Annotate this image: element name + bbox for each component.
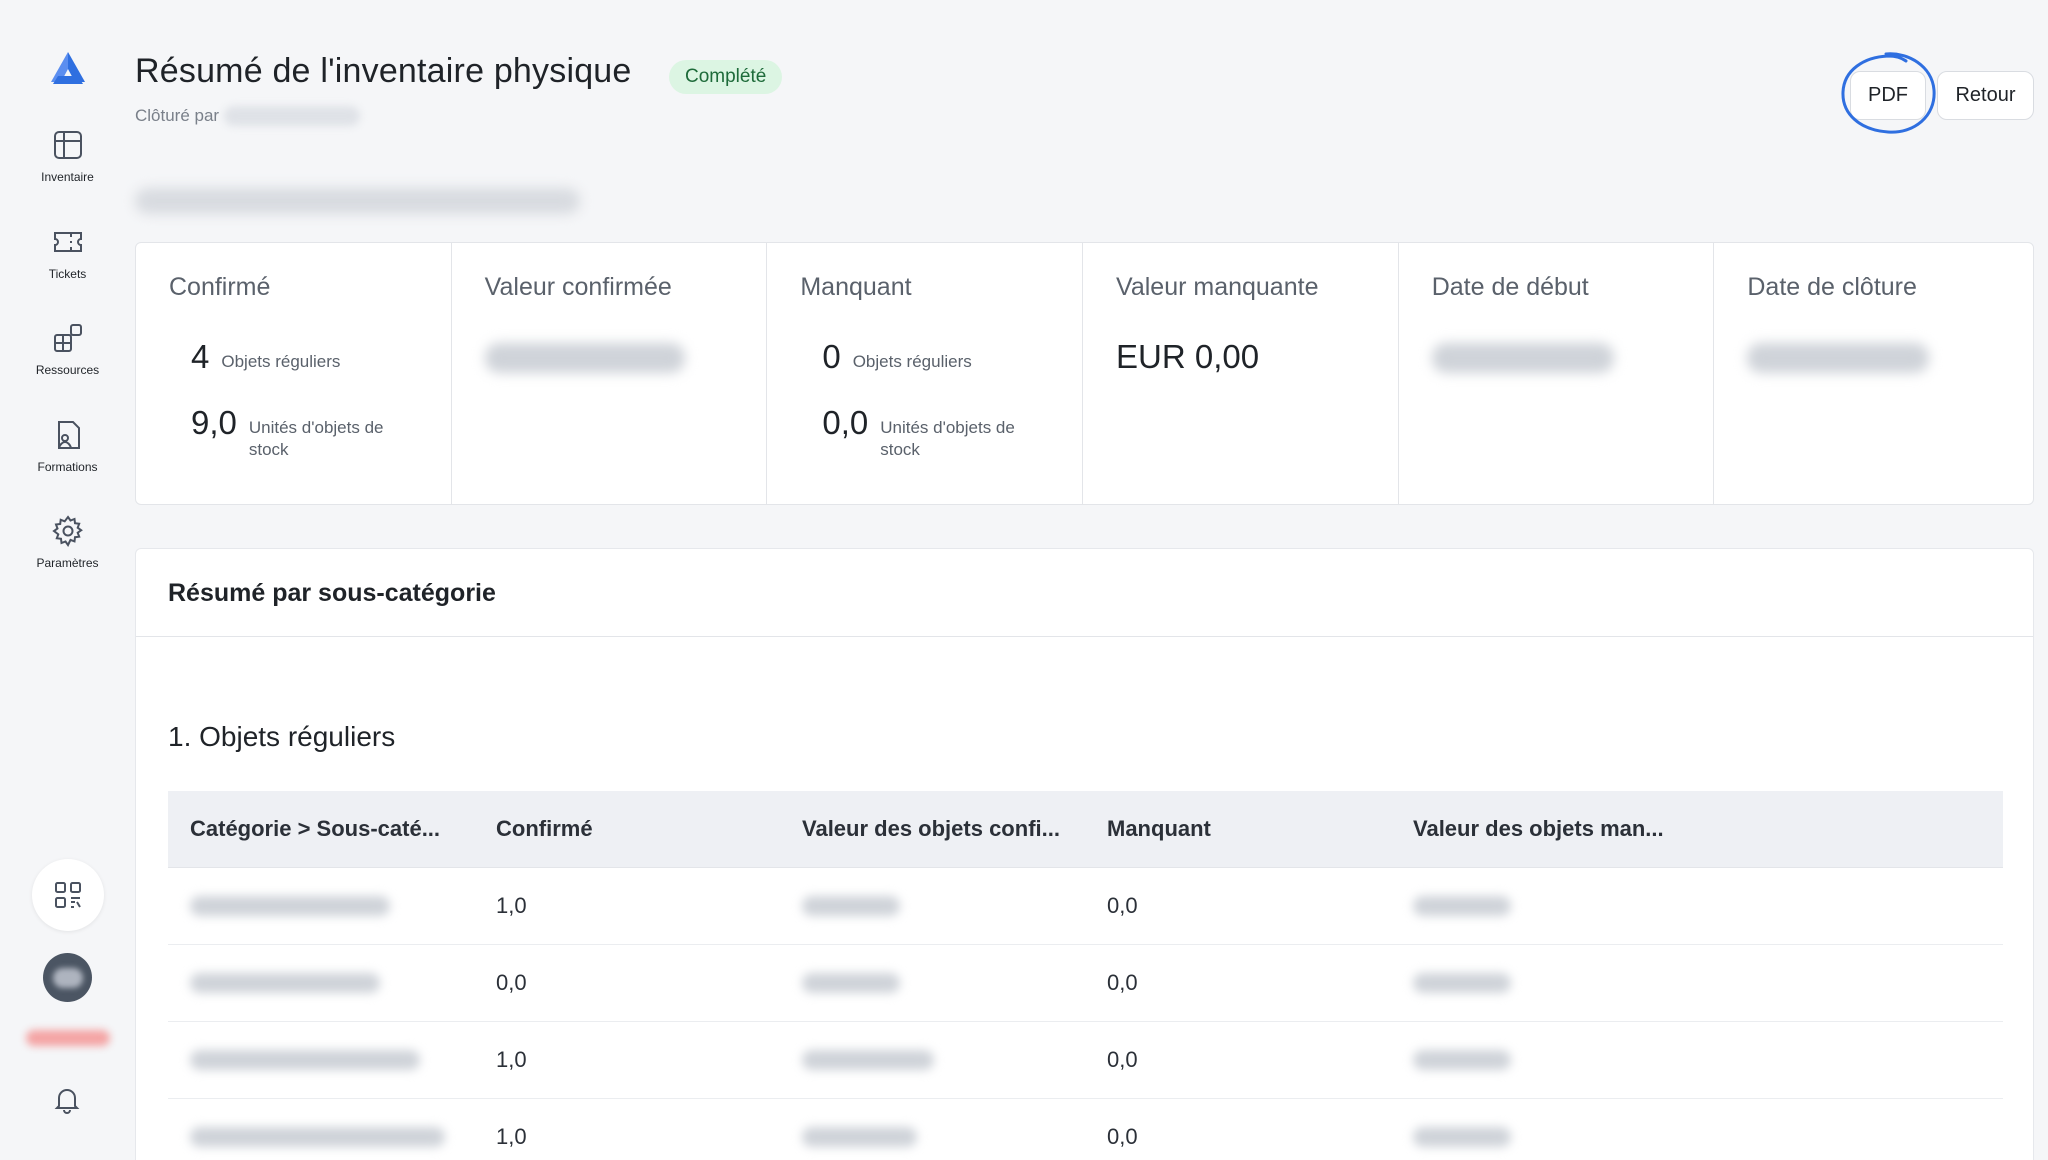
sidebar-item-label: Tickets <box>48 267 87 281</box>
back-button[interactable]: Retour <box>1937 71 2034 120</box>
location-subtitle-blurred <box>135 188 580 214</box>
sidebar-item-ressources[interactable]: Ressources <box>0 321 135 377</box>
column-header-missing-value[interactable]: Valeur des objets man... <box>1391 816 2003 842</box>
subcategory-table: Catégorie > Sous-caté... Confirmé Valeur… <box>168 791 2003 1160</box>
confirmed-cell: 1,0 <box>496 893 527 918</box>
stat-close-date: Date de clôture <box>1714 243 2033 504</box>
stat-title: Date de clôture <box>1747 273 1917 301</box>
grid-table-icon <box>53 131 82 159</box>
category-cell-blurred <box>168 896 474 916</box>
subcategory-summary-card: Résumé par sous-catégorie 1. Objets régu… <box>135 548 2034 1160</box>
stat-title: Manquant <box>800 273 912 301</box>
sidebar-item-label: Paramètres <box>36 556 99 570</box>
confirmed-cell: 0,0 <box>496 970 527 995</box>
missing-value-cell-blurred <box>1391 1127 2003 1147</box>
bell-icon[interactable] <box>52 1085 82 1115</box>
regular-count: 0 <box>822 338 841 375</box>
closed-by-name-blurred <box>224 106 360 126</box>
column-header-missing[interactable]: Manquant <box>1085 816 1391 842</box>
stock-label: Unités d'objets de stock <box>248 418 384 459</box>
column-header-category[interactable]: Catégorie > Sous-caté... <box>168 816 474 842</box>
sidebar-item-label: Ressources <box>35 363 100 377</box>
sidebar-item-tickets[interactable]: Tickets <box>0 225 135 281</box>
app-logo-icon[interactable] <box>47 48 89 90</box>
highlight-circle-annotation <box>1841 52 1936 134</box>
stat-title: Date de début <box>1431 273 1589 301</box>
sidebar-item-label: Inventaire <box>41 170 94 184</box>
qr-scan-button[interactable] <box>32 859 104 931</box>
confirmed-cell: 1,0 <box>496 1124 527 1149</box>
gear-icon <box>51 515 83 547</box>
stat-title: Valeur manquante <box>1116 273 1319 301</box>
stat-missing-value: Valeur manquante EUR 0,00 <box>1083 243 1399 504</box>
table-row[interactable]: 0,0 0,0 <box>168 945 2003 1022</box>
page-title: Résumé de l'inventaire physique <box>135 52 632 90</box>
missing-value-cell-blurred <box>1391 1050 2003 1070</box>
stat-title: Valeur confirmée <box>484 273 672 301</box>
confirmed-value-cell-blurred <box>780 1050 1085 1070</box>
confirmed-value-cell-blurred <box>780 973 1085 993</box>
divider <box>136 636 2033 637</box>
closed-by-label: Clôturé par <box>135 106 220 125</box>
qr-code-icon <box>55 882 81 908</box>
category-cell-blurred <box>168 1127 474 1147</box>
category-cell-blurred <box>168 1050 474 1070</box>
table-row[interactable]: 1,0 0,0 <box>168 1022 2003 1099</box>
stat-title: Confirmé <box>169 273 271 301</box>
table-row[interactable]: 1,0 0,0 <box>168 868 2003 945</box>
regular-label: Objets réguliers <box>221 352 341 371</box>
section-title: 1. Objets réguliers <box>168 721 396 752</box>
stock-count: 0,0 <box>822 404 869 441</box>
user-name-blurred <box>26 1030 110 1046</box>
stat-start-date: Date de début <box>1399 243 1715 504</box>
avatar[interactable] <box>43 953 92 1002</box>
stat-missing: Manquant 0 Objets réguliers 0,0 Unités d… <box>767 243 1084 504</box>
missing-value-cell-blurred <box>1391 973 2003 993</box>
missing-value-cell-blurred <box>1391 896 2003 916</box>
sidebar: Inventaire Tickets Ressources Formations… <box>0 0 135 1160</box>
stat-regular-row: 0 Objets réguliers <box>822 339 971 375</box>
card-title: Résumé par sous-catégorie <box>168 579 496 607</box>
stat-regular-row: 4 Objets réguliers <box>191 339 340 375</box>
regular-count: 4 <box>191 338 210 375</box>
missing-value: EUR 0,00 <box>1116 338 1260 375</box>
missing-cell: 0,0 <box>1107 1047 1138 1072</box>
ticket-icon <box>53 232 82 252</box>
summary-stats-card: Confirmé 4 Objets réguliers 9,0 Unités d… <box>135 242 2034 505</box>
regular-label: Objets réguliers <box>852 352 972 371</box>
close-date-blurred <box>1747 343 1930 373</box>
column-header-confirmed-value[interactable]: Valeur des objets confi... <box>780 816 1085 842</box>
confirmed-value-blurred <box>484 343 685 373</box>
sidebar-item-formations[interactable]: Formations <box>0 418 135 474</box>
sidebar-item-inventaire[interactable]: Inventaire <box>0 128 135 184</box>
status-badge: Complété <box>669 60 783 94</box>
missing-cell: 0,0 <box>1107 1124 1138 1149</box>
column-header-confirmed[interactable]: Confirmé <box>474 816 780 842</box>
confirmed-value-cell-blurred <box>780 1127 1085 1147</box>
sidebar-item-label: Formations <box>37 460 98 474</box>
stat-stock-row: 9,0 Unités d'objets de stock <box>191 405 399 461</box>
confirmed-value-cell-blurred <box>780 896 1085 916</box>
stat-confirmed-value: Valeur confirmée <box>452 243 768 504</box>
stat-stock-row: 0,0 Unités d'objets de stock <box>822 405 1030 461</box>
start-date-blurred <box>1431 343 1614 373</box>
category-cell-blurred <box>168 973 474 993</box>
stock-label: Unités d'objets de stock <box>880 418 1015 459</box>
stock-count: 9,0 <box>191 404 237 441</box>
missing-cell: 0,0 <box>1107 970 1138 995</box>
missing-cell: 0,0 <box>1107 893 1138 918</box>
table-header: Catégorie > Sous-caté... Confirmé Valeur… <box>168 791 2003 868</box>
blocks-icon <box>53 324 82 352</box>
stat-confirmed: Confirmé 4 Objets réguliers 9,0 Unités d… <box>136 243 452 504</box>
confirmed-cell: 1,0 <box>496 1047 527 1072</box>
book-user-icon <box>57 421 80 449</box>
sidebar-item-parametres[interactable]: Paramètres <box>0 514 135 570</box>
table-row[interactable]: 1,0 0,0 <box>168 1099 2003 1160</box>
